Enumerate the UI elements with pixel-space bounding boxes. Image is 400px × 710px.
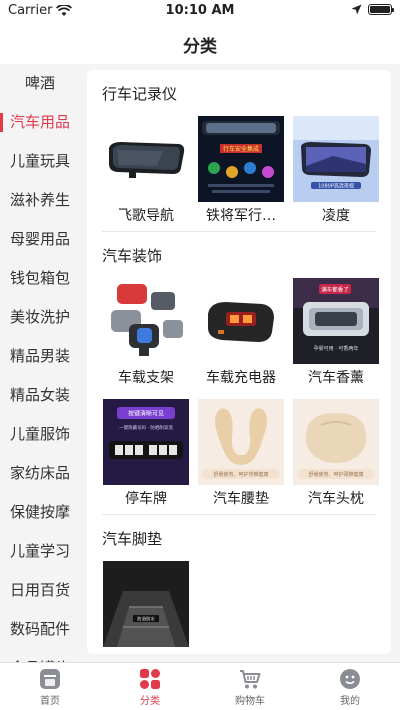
subcategory-label: 汽车腰垫 [213, 491, 269, 507]
sidebar-item-health-tonics[interactable]: 滋补养生 [0, 181, 80, 220]
subcategory-card-lingdu[interactable]: 1080P高清夜视 凌度 [289, 110, 383, 231]
car-fragrance-image: 满车都香了 孕婴可用 · 可香两年 [293, 278, 379, 364]
floor-mat-tag-text: 防滑防水 [137, 616, 155, 623]
subcategory-card-lumbar-cushion[interactable]: 舒缓疲劳，呵护背椎健康 汽车腰垫 [194, 393, 288, 514]
subcategory-card-parking-sign[interactable]: 按键清晰可见 一键隐藏号码 · 防晒耐高温 停车牌 [99, 393, 193, 514]
sidebar-item-car-supplies[interactable]: 汽车用品 [0, 103, 80, 142]
sidebar-item-beauty[interactable]: 美妆洗护 [0, 298, 80, 337]
subcategory-label: 车载支架 [118, 370, 174, 386]
location-arrow-icon [351, 4, 362, 15]
lumbar-cushion-image: 舒缓疲劳，呵护背椎健康 [198, 399, 284, 485]
sidebar-item-massage[interactable]: 保健按摩 [0, 493, 80, 532]
tab-category-label: 分类 [140, 696, 160, 707]
fragrance-caption-text: 孕婴可用 · 可香两年 [314, 345, 359, 352]
subcategory-card-headrest[interactable]: 舒缓疲劳，呵护颈椎健康 汽车头枕 [289, 393, 383, 514]
battery-icon [368, 4, 394, 15]
parking-sign-image: 按键清晰可见 一键隐藏号码 · 防晒耐高温 [103, 399, 189, 485]
dashcam2-badge-text: 行车安全集成 [223, 145, 259, 153]
section-title-dashcam: 行车记录仪 [102, 85, 178, 103]
lumbar-caption-text: 舒缓疲劳，呵护背椎健康 [213, 471, 268, 478]
home-icon [40, 669, 60, 689]
subcategory-label: 汽车香薰 [308, 370, 364, 386]
nav-bar: 分类 [0, 22, 400, 64]
dashcam-grid: 飞歌导航 行车安全集成 铁将军行… 1080P高清夜视 凌度 [87, 110, 391, 231]
subcategory-label: 铁将军行… [206, 208, 276, 224]
tab-home[interactable]: 首页 [0, 663, 100, 710]
subcategory-label: 飞歌导航 [118, 208, 174, 224]
subcategory-panel: 行车记录仪 飞歌导航 行车安全集成 铁将军行… 1080P高清夜视 凌度 汽车装… [87, 70, 391, 654]
cart-icon [240, 670, 261, 689]
sidebar-item-daily-goods[interactable]: 日用百货 [0, 571, 80, 610]
status-time: 10:10 AM [165, 3, 235, 18]
sidebar-item-kids-clothing[interactable]: 儿童服饰 [0, 415, 80, 454]
tab-cart-label: 购物车 [235, 696, 265, 707]
parking-caption-text: 一键隐藏号码 · 防晒耐高温 [119, 424, 173, 431]
sidebar-item-digital-accessories[interactable]: 数码配件 [0, 610, 80, 649]
headrest-image: 舒缓疲劳，呵护颈椎健康 [293, 399, 379, 485]
subcategory-label: 凌度 [322, 208, 350, 224]
subcategory-label: 停车牌 [125, 491, 167, 507]
subcategory-card-feige[interactable]: 飞歌导航 [99, 110, 193, 231]
subcategory-label [99, 647, 193, 654]
sidebar-item-beer[interactable]: 啤酒 [0, 64, 80, 103]
subcategory-label: 车载充电器 [206, 370, 276, 386]
subcategory-card-car-fragrance[interactable]: 满车都香了 孕婴可用 · 可香两年 汽车香薰 [289, 272, 383, 393]
status-bar: Carrier 10:10 AM [0, 0, 400, 22]
section-title-car-decoration: 汽车装饰 [102, 247, 163, 265]
car-charger-image [198, 278, 284, 364]
subcategory-label: 汽车头枕 [308, 491, 364, 507]
sidebar-item-kids-toys[interactable]: 儿童玩具 [0, 142, 80, 181]
category-sidebar: 啤酒 汽车用品 儿童玩具 滋补养生 母婴用品 钱包箱包 美妆洗护 精品男装 精品… [0, 64, 80, 662]
dashcam-screen-image: 行车安全集成 [198, 116, 284, 202]
tab-home-label: 首页 [40, 696, 60, 707]
dashcam3-caption-text: 1080P高清夜视 [318, 183, 354, 190]
page-title: 分类 [183, 37, 217, 57]
parking-title-text: 按键清晰可见 [128, 410, 164, 418]
fragrance-tag-text: 满车都香了 [321, 286, 349, 294]
headrest-caption-text: 舒缓疲劳，呵护颈椎健康 [308, 471, 363, 478]
subcategory-card-floor-mat[interactable]: 防滑防水 [99, 555, 193, 654]
phone-holder-image [103, 278, 189, 364]
sidebar-item-bedding[interactable]: 家纺床品 [0, 454, 80, 493]
subcategory-card-phone-holder[interactable]: 车载支架 [99, 272, 193, 393]
tab-profile-label: 我的 [340, 696, 360, 707]
bottom-tab-bar: 首页 分类 购物车 我的 [0, 662, 400, 710]
sidebar-item-womenswear[interactable]: 精品女装 [0, 376, 80, 415]
tab-cart[interactable]: 购物车 [200, 663, 300, 710]
tab-category[interactable]: 分类 [100, 663, 200, 710]
dashcam-mirror-image [103, 116, 189, 202]
sidebar-item-kids-learning[interactable]: 儿童学习 [0, 532, 80, 571]
tab-profile[interactable]: 我的 [300, 663, 400, 710]
profile-icon [340, 669, 360, 689]
subcategory-card-car-charger[interactable]: 车载充电器 [194, 272, 288, 393]
floor-mat-image: 防滑防水 [103, 561, 189, 647]
status-right [351, 4, 394, 15]
car-decoration-grid: 车载支架 车载充电器 满车都香了 孕婴可用 · 可香两年 汽车香薰 按键清晰可见… [87, 272, 391, 514]
sidebar-item-menswear[interactable]: 精品男装 [0, 337, 80, 376]
section-title-floor-mats: 汽车脚垫 [102, 530, 163, 548]
sidebar-item-canned-food[interactable]: 食品罐头 [0, 649, 80, 662]
subcategory-card-steelmate[interactable]: 行车安全集成 铁将军行… [194, 110, 288, 231]
sidebar-item-bags[interactable]: 钱包箱包 [0, 259, 80, 298]
floor-mats-grid: 防滑防水 [87, 555, 391, 654]
category-icon [140, 669, 160, 689]
dashcam-night-image: 1080P高清夜视 [293, 116, 379, 202]
sidebar-item-baby-products[interactable]: 母婴用品 [0, 220, 80, 259]
